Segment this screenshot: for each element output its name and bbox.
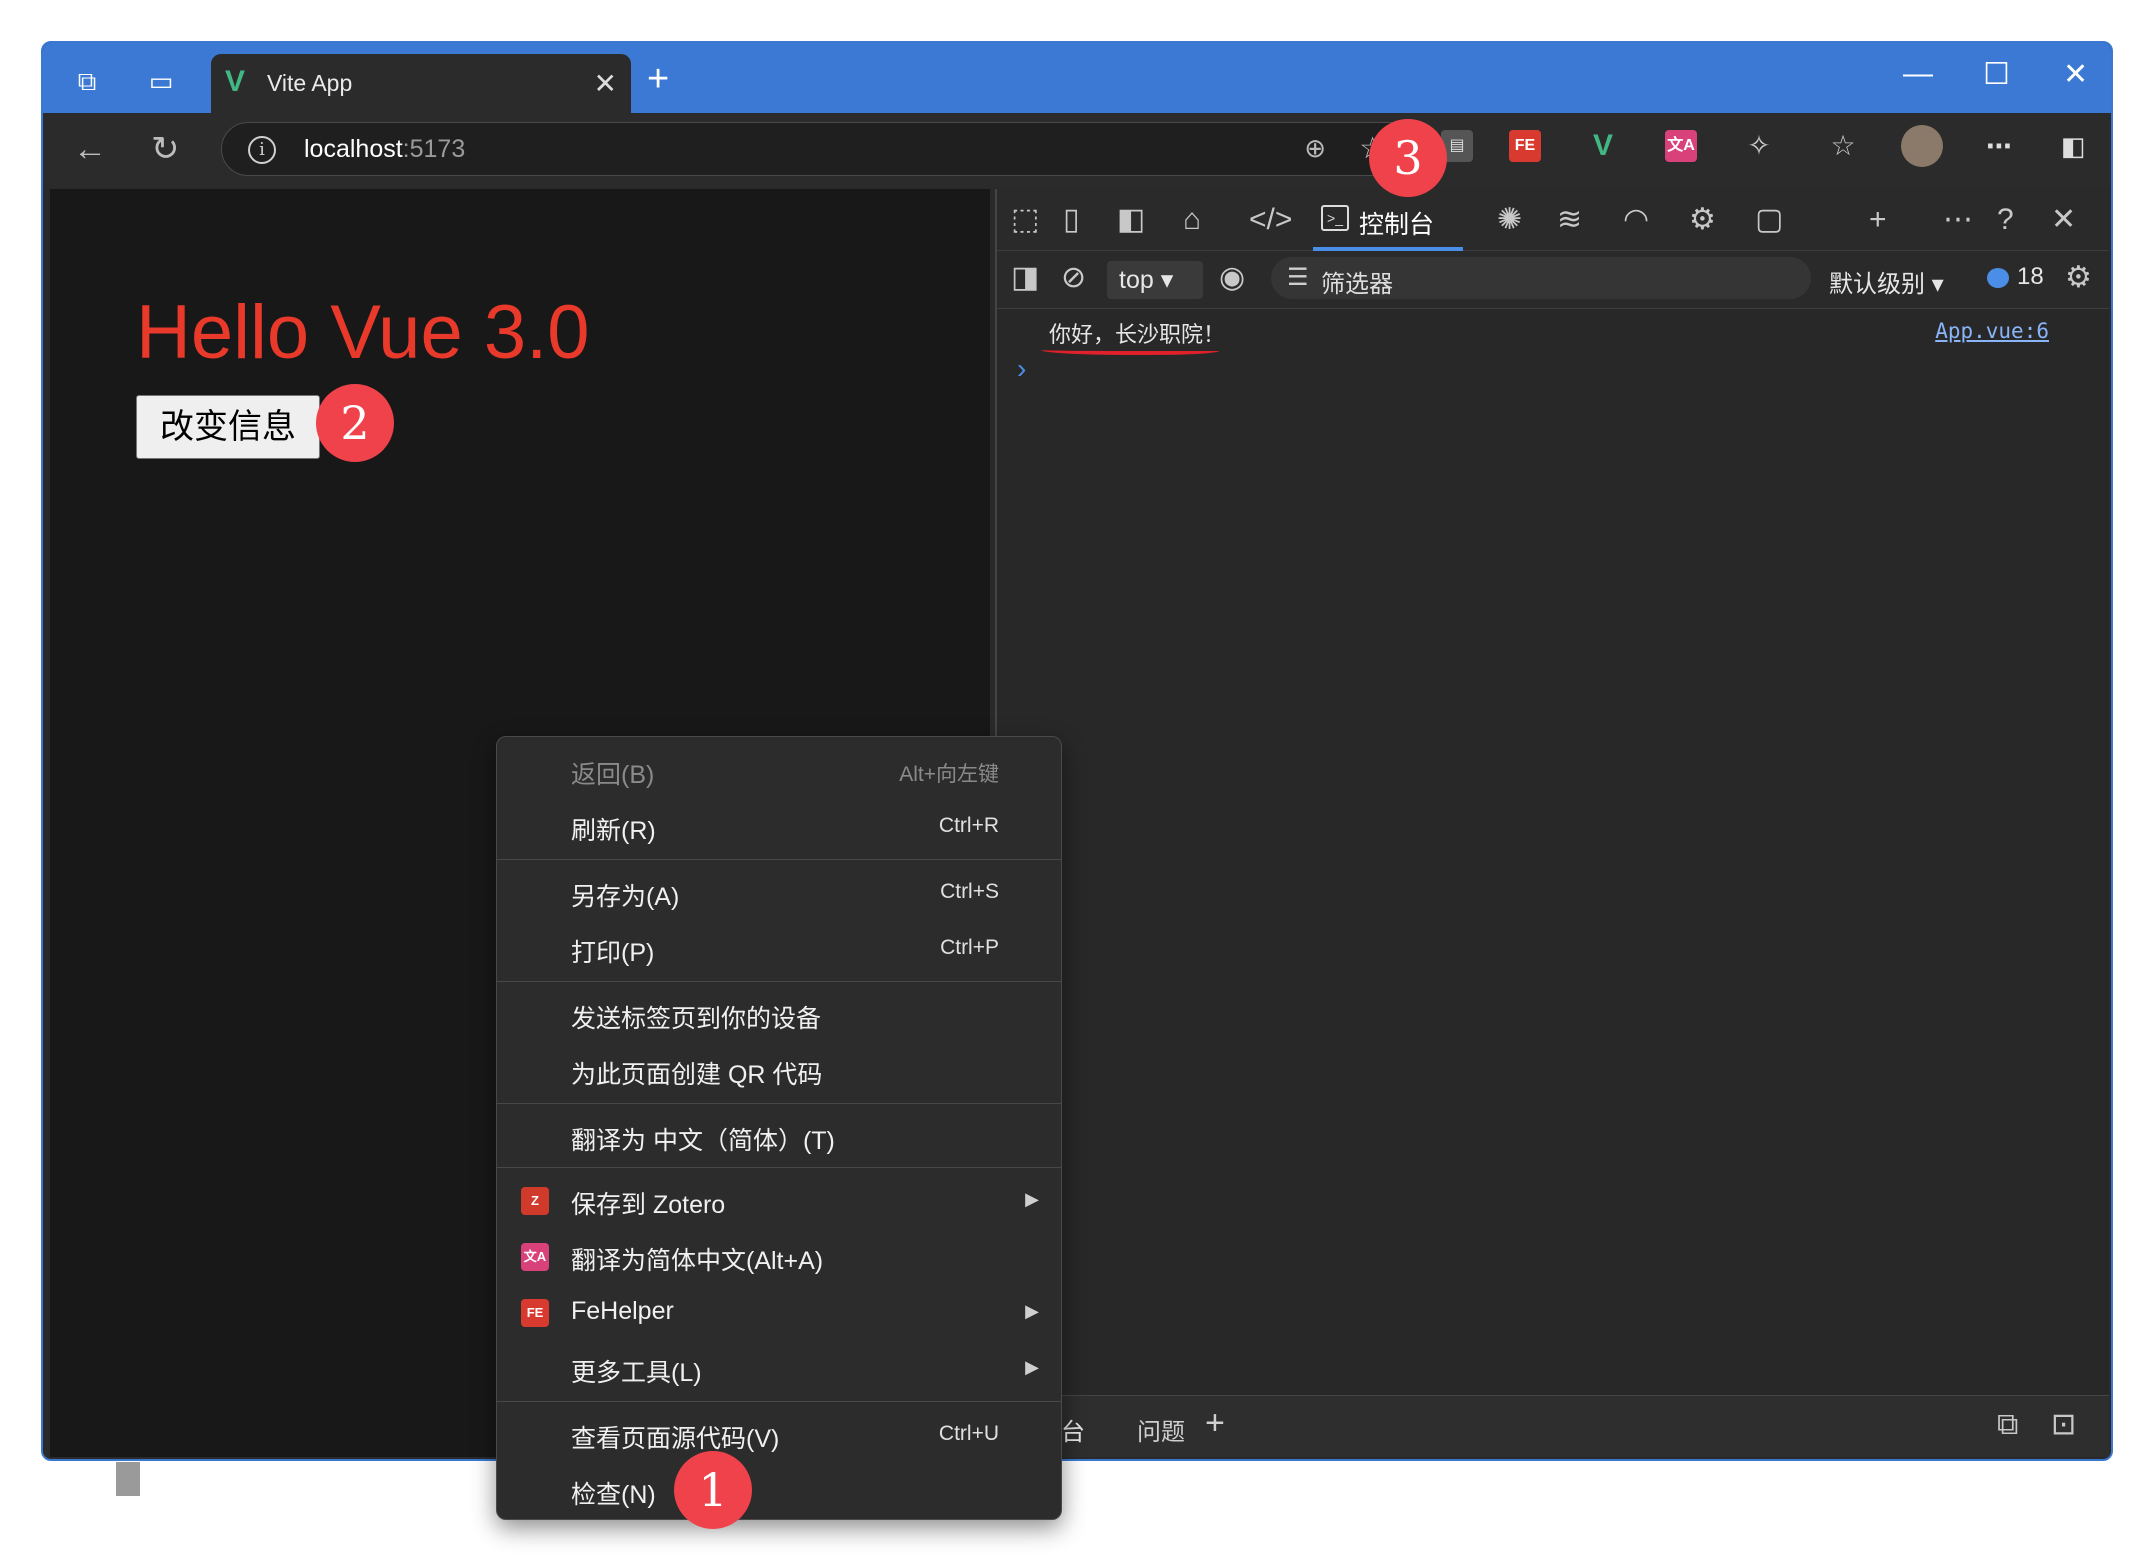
browser-tab[interactable]: V Vite App ✕ (211, 54, 631, 113)
menu-divider (497, 1401, 1061, 1402)
menu-item-save-as[interactable]: 另存为(A) Ctrl+S (497, 865, 1061, 921)
menu-item-back[interactable]: 返回(B) Alt+向左键 (497, 743, 1061, 799)
tab-console[interactable]: >_ 控制台 (1313, 195, 1463, 251)
console-tab-label: 控制台 (1359, 211, 1435, 239)
drawer-add-tab-icon[interactable]: + (1205, 1404, 1225, 1443)
menu-divider (497, 981, 1061, 982)
menu-item-view-source[interactable]: 查看页面源代码(V) Ctrl+U (497, 1407, 1061, 1463)
dock-side-icon[interactable]: ◧ (1117, 203, 1145, 237)
menu-item-refresh[interactable]: 刷新(R) Ctrl+R (497, 799, 1061, 855)
message-bubble-icon (1987, 267, 2009, 288)
extensions-icon[interactable]: ✧ (1743, 130, 1775, 162)
submenu-arrow-icon: ▶ (1025, 1301, 1039, 1321)
refresh-icon[interactable]: ↻ (151, 131, 180, 167)
console-icon: >_ (1321, 205, 1349, 231)
console-sidebar-icon[interactable]: ◨ (1011, 261, 1039, 295)
message-count-badge[interactable]: 18 (1987, 263, 2044, 291)
context-menu: 返回(B) Alt+向左键 刷新(R) Ctrl+R 另存为(A) Ctrl+S… (496, 736, 1062, 1520)
menu-item-translate[interactable]: 翻译为 中文（简体）(T) (497, 1109, 1061, 1165)
more-tools-plus-icon[interactable]: + (1869, 203, 1887, 237)
address-bar[interactable]: i localhost:5173 ⊕ ☆ (221, 122, 1417, 176)
annotation-underline (1041, 345, 1219, 355)
browser-window: ⧉ ▭ V Vite App ✕ + — ☐ ✕ ← ↻ i localhost… (41, 41, 2113, 1461)
drawer-tab-issues[interactable]: 问题 (1137, 1412, 1185, 1447)
devtools-tab-bar: ⬚ ▯ ◧ ⌂ </> >_ 控制台 ✺ ≋ ◠ ⚙ ▢ + ⋯ ? ✕ (997, 189, 2109, 251)
change-info-button[interactable]: 改变信息 (136, 395, 320, 459)
tab-actions-icon[interactable]: ▭ (147, 67, 175, 95)
menu-divider (497, 1167, 1061, 1168)
workspaces-icon[interactable]: ⧉ (73, 67, 101, 95)
step-badge-3: 3 (1369, 119, 1447, 197)
page-heading: Hello Vue 3.0 (136, 290, 590, 375)
live-expression-eye-icon[interactable]: ◉ (1219, 261, 1245, 295)
performance-gauge-icon[interactable]: ◠ (1623, 203, 1649, 237)
close-window-icon[interactable]: ✕ (2063, 57, 2088, 92)
site-info-icon[interactable]: i (248, 136, 276, 164)
submenu-arrow-icon: ▶ (1025, 1357, 1039, 1377)
vue-devtools-extension-icon[interactable]: V (1587, 130, 1619, 162)
filter-input[interactable]: ☰ 筛选器 (1271, 257, 1811, 299)
fehelper-icon: FE (521, 1299, 549, 1327)
scroll-stub (116, 1462, 140, 1496)
network-wifi-icon[interactable]: ≋ (1557, 203, 1582, 237)
welcome-home-icon[interactable]: ⌂ (1183, 203, 1201, 237)
new-tab-button[interactable]: + (647, 59, 669, 99)
menu-item-translate-simplified[interactable]: 文A 翻译为简体中文(Alt+A) (497, 1229, 1061, 1285)
zotero-icon: Z (521, 1187, 549, 1215)
memory-chip-icon[interactable]: ⚙ (1689, 203, 1716, 237)
application-icon[interactable]: ▢ (1755, 203, 1783, 237)
title-bar: ⧉ ▭ V Vite App ✕ + — ☐ ✕ (43, 43, 2111, 113)
elements-icon[interactable]: </> (1249, 203, 1292, 237)
menu-item-print[interactable]: 打印(P) Ctrl+P (497, 921, 1061, 977)
log-level-dropdown[interactable]: 默认级别 ▾ (1829, 264, 1944, 299)
translate-extension-icon[interactable]: 文A (1665, 130, 1697, 162)
fehelper-extension-icon[interactable]: FE (1509, 130, 1541, 162)
zoom-icon[interactable]: ⊕ (1304, 133, 1326, 164)
devtools-panel: ⬚ ▯ ◧ ⌂ </> >_ 控制台 ✺ ≋ ◠ ⚙ ▢ + ⋯ ? ✕ ◨ ⊘… (995, 189, 2109, 1457)
device-emulation-icon[interactable]: ▯ (1063, 203, 1080, 237)
devtools-more-icon[interactable]: ⋯ (1943, 203, 1973, 237)
tab-title: Vite App (267, 70, 353, 96)
log-source-link[interactable]: App.vue:6 (1935, 319, 2049, 343)
tab-close-icon[interactable]: ✕ (594, 67, 617, 100)
console-log-row: 你好，长沙职院！ App.vue:6 (997, 309, 2109, 355)
menu-divider (497, 1103, 1061, 1104)
vue-favicon-icon: V (225, 65, 246, 98)
console-toolbar: ◨ ⊘ top ▾ ◉ ☰ 筛选器 默认级别 ▾ 18 ⚙ (997, 251, 2109, 309)
context-selector[interactable]: top ▾ (1107, 261, 1203, 299)
console-settings-icon[interactable]: ⚙ (2065, 261, 2092, 295)
clear-console-icon[interactable]: ⊘ (1061, 261, 1086, 295)
step-badge-2: 2 (316, 384, 394, 462)
drawer-dock-icon[interactable]: ⧉ (1997, 1408, 2018, 1442)
inspect-element-icon[interactable]: ⬚ (1011, 203, 1039, 237)
minimize-icon[interactable]: — (1903, 57, 1933, 91)
drawer-tab-console[interactable]: 台 (1061, 1412, 1085, 1447)
menu-divider (497, 859, 1061, 860)
drawer-close-icon[interactable]: ⊡ (2051, 1408, 2076, 1442)
console-prompt-icon[interactable]: › (1017, 353, 1026, 385)
devtools-close-icon[interactable]: ✕ (2051, 203, 2076, 237)
more-menu-icon[interactable]: ⋯ (1983, 130, 2015, 162)
help-icon[interactable]: ? (1997, 203, 2014, 237)
maximize-icon[interactable]: ☐ (1983, 57, 2010, 92)
menu-item-more-tools[interactable]: 更多工具(L) ▶ (497, 1341, 1061, 1397)
step-badge-1: 1 (674, 1451, 752, 1529)
filter-icon: ☰ (1287, 264, 1309, 291)
profile-avatar[interactable] (1901, 125, 1943, 167)
menu-item-inspect[interactable]: 检查(N) (497, 1463, 1061, 1519)
submenu-arrow-icon: ▶ (1025, 1189, 1039, 1209)
menu-item-send-tab[interactable]: 发送标签页到你的设备 (497, 987, 1061, 1043)
sources-bug-icon[interactable]: ✺ (1497, 203, 1522, 237)
menu-item-save-to-zotero[interactable]: Z 保存到 Zotero ▶ (497, 1173, 1061, 1229)
favorites-icon[interactable]: ☆ (1827, 130, 1859, 162)
address-row: ← ↻ i localhost:5173 ⊕ ☆ ▤ FE V 文A ✧ ☆ ⋯… (43, 113, 2111, 187)
sidebar-toggle-icon[interactable]: ◧ (2057, 130, 2089, 162)
back-icon[interactable]: ← (73, 131, 107, 167)
address-text[interactable]: localhost:5173 (304, 135, 465, 164)
translate-icon: 文A (521, 1243, 549, 1271)
menu-item-fehelper[interactable]: FE FeHelper ▶ (497, 1285, 1061, 1341)
devtools-drawer: 台 问题 + ⧉ ⊡ (997, 1395, 2109, 1457)
menu-item-qr-code[interactable]: 为此页面创建 QR 代码 (497, 1043, 1061, 1099)
